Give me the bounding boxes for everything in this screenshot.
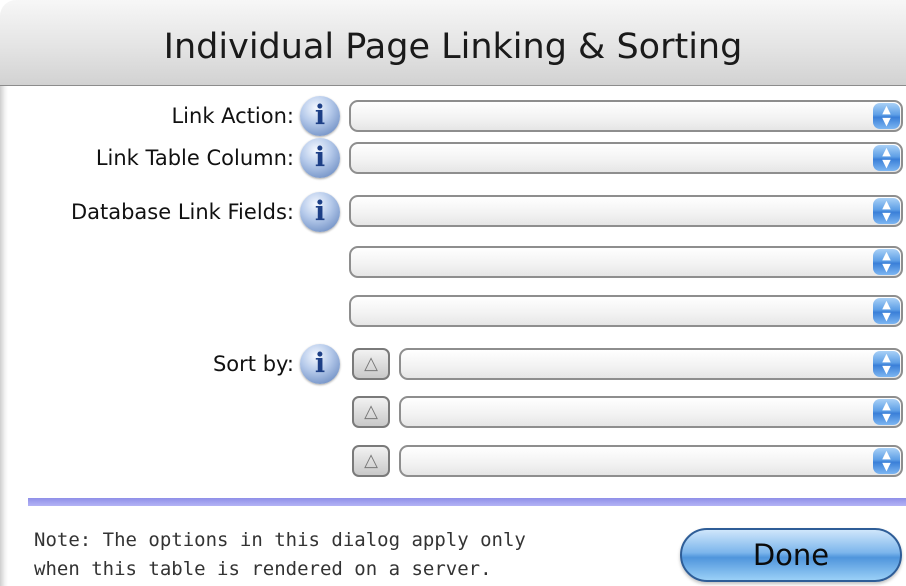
footer-note-line-1: Note: The options in this dialog apply o… <box>34 529 526 551</box>
database-link-fields-info-icon[interactable]: i <box>300 192 340 232</box>
database-link-field-popup-1[interactable]: ▲ ▼ <box>349 195 903 227</box>
popup-arrows-icon: ▲ ▼ <box>873 448 900 474</box>
database-link-fields-label: Database Link Fields: <box>70 200 294 224</box>
database-link-field-popup-2[interactable]: ▲ ▼ <box>349 246 903 278</box>
footer-note-line-2: when this table is rendered on a server. <box>34 558 492 580</box>
sort-direction-button-2[interactable]: △ <box>352 396 390 428</box>
link-table-column-info-icon[interactable]: i <box>300 138 340 178</box>
done-button[interactable]: Done <box>680 528 902 582</box>
dialog-window: Individual Page Linking & Sorting Link A… <box>0 0 906 586</box>
sort-by-popup-2[interactable]: ▲ ▼ <box>399 396 903 428</box>
sort-direction-button-1[interactable]: △ <box>352 348 390 380</box>
link-table-column-label: Link Table Column: <box>95 146 294 170</box>
popup-arrows-icon: ▲ ▼ <box>873 103 900 129</box>
sort-by-info-icon[interactable]: i <box>300 344 340 384</box>
footer-note: Note: The options in this dialog apply o… <box>34 526 634 584</box>
popup-arrows-icon: ▲ ▼ <box>873 298 900 324</box>
window-title: Individual Page Linking & Sorting <box>163 27 743 67</box>
database-link-field-popup-3[interactable]: ▲ ▼ <box>349 295 903 327</box>
popup-arrows-icon: ▲ ▼ <box>873 198 900 224</box>
sort-by-label: Sort by: <box>212 352 294 376</box>
popup-arrows-icon: ▲ ▼ <box>873 351 900 377</box>
title-bar[interactable]: Individual Page Linking & Sorting <box>0 0 906 86</box>
popup-arrows-icon: ▲ ▼ <box>873 249 900 275</box>
link-action-label: Link Action: <box>171 104 294 128</box>
popup-arrows-icon: ▲ ▼ <box>873 399 900 425</box>
sort-by-popup-1[interactable]: ▲ ▼ <box>399 348 903 380</box>
popup-arrows-icon: ▲ ▼ <box>873 145 900 171</box>
sort-by-popup-3[interactable]: ▲ ▼ <box>399 445 903 477</box>
window-edge <box>0 86 8 586</box>
link-table-column-popup[interactable]: ▲ ▼ <box>349 142 903 174</box>
link-action-popup[interactable]: ▲ ▼ <box>349 100 903 132</box>
sort-direction-button-3[interactable]: △ <box>352 445 390 477</box>
divider <box>28 498 906 506</box>
link-action-info-icon[interactable]: i <box>300 96 340 136</box>
